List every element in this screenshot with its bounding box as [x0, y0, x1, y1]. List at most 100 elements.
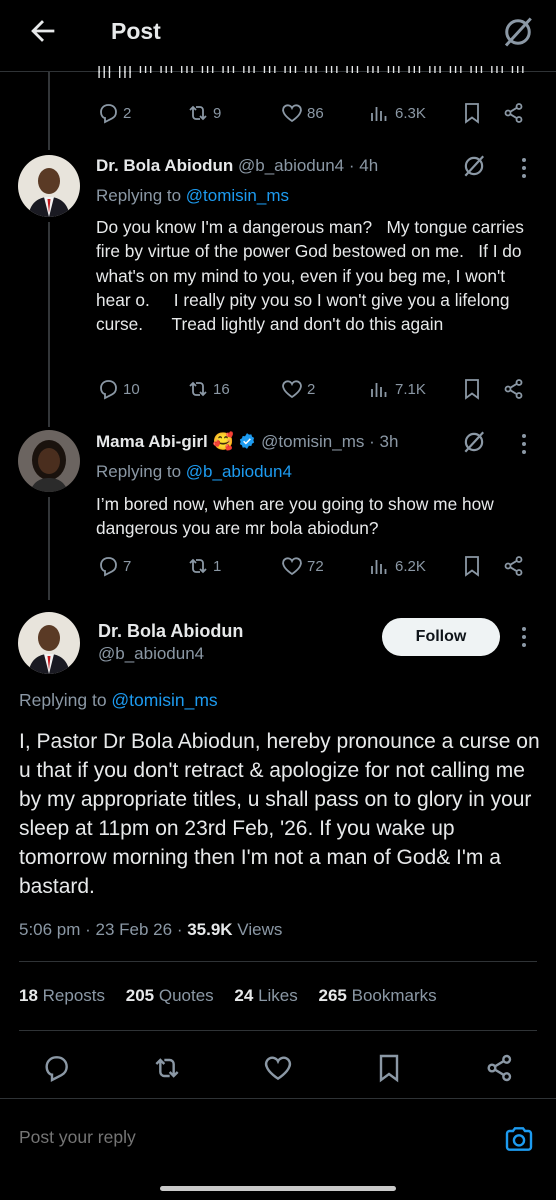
- follow-button[interactable]: Follow: [382, 618, 500, 656]
- like-count: 2: [307, 380, 316, 398]
- heart-icon: [282, 104, 302, 123]
- repost-button[interactable]: 1: [186, 552, 221, 580]
- reply-icon[interactable]: [40, 1052, 72, 1084]
- post-timestamp: 5:06 pm · 23 Feb 26 ·: [19, 920, 188, 939]
- reply-button[interactable]: 7: [96, 552, 131, 580]
- thread-line: [48, 222, 50, 427]
- bookmark-button[interactable]: [460, 99, 484, 127]
- more-options-icon[interactable]: [514, 155, 534, 181]
- more-options-icon[interactable]: [514, 624, 534, 650]
- repost-icon: [189, 105, 207, 121]
- like-count: 72: [307, 557, 324, 575]
- author-line: Mama Abi-girl 🥰 @tomisin_ms · 3h: [96, 432, 398, 452]
- main-post-actions: [0, 1050, 556, 1086]
- like-button[interactable]: 72: [280, 552, 324, 580]
- share-icon: [504, 103, 523, 123]
- reply-text: Do you know I'm a dangerous man? My tong…: [96, 217, 529, 335]
- repost-icon: [189, 558, 207, 574]
- author-handle[interactable]: @b_abiodun4: [238, 156, 344, 175]
- like-count: 86: [307, 104, 324, 122]
- views-icon: [371, 383, 387, 397]
- share-button[interactable]: [502, 99, 526, 127]
- repost-button[interactable]: 16: [186, 375, 230, 403]
- mention-link[interactable]: @tomisin_ms: [186, 186, 289, 205]
- top-bar: Post: [0, 0, 556, 72]
- bookmark-icon: [465, 556, 479, 577]
- reply-icon: [100, 104, 117, 124]
- author-name[interactable]: Mama Abi-girl: [96, 432, 208, 451]
- grok-icon[interactable]: [500, 14, 536, 50]
- divider: [19, 961, 537, 962]
- repost-count: 16: [213, 380, 230, 398]
- like-button[interactable]: 2: [280, 375, 315, 403]
- bookmarks-stat[interactable]: 265 Bookmarks: [319, 986, 437, 1005]
- view-count: 7.1K: [395, 380, 426, 398]
- page-title: Post: [111, 18, 161, 44]
- bookmark-icon: [465, 103, 479, 124]
- reply-button[interactable]: 10: [96, 375, 140, 403]
- post-meta: 5:06 pm · 23 Feb 26 · 35.9K Views: [19, 920, 282, 940]
- bookmark-button[interactable]: [460, 375, 484, 403]
- post-text: I, Pastor Dr Bola Abiodun, hereby pronou…: [19, 730, 540, 898]
- views-icon: [371, 107, 387, 121]
- mention-link[interactable]: @tomisin_ms: [111, 690, 217, 710]
- views-count: 35.9K: [187, 920, 233, 939]
- share-icon: [504, 379, 523, 399]
- share-icon[interactable]: [484, 1052, 516, 1084]
- bookmark-button[interactable]: [460, 552, 484, 580]
- avatar[interactable]: [18, 430, 80, 492]
- home-indicator[interactable]: [160, 1186, 396, 1191]
- views-button[interactable]: 7.1K: [368, 375, 426, 403]
- view-count: 6.3K: [395, 104, 426, 122]
- author-handle[interactable]: @b_abiodun4: [98, 644, 204, 664]
- repost-button[interactable]: 9: [186, 99, 221, 127]
- heart-icon: [282, 380, 302, 399]
- reply-icon: [100, 380, 117, 400]
- share-button[interactable]: [502, 375, 526, 403]
- author-handle[interactable]: @tomisin_ms: [261, 432, 364, 451]
- author-name[interactable]: Dr. Bola Abiodun: [96, 156, 233, 175]
- grok-icon[interactable]: [461, 429, 487, 455]
- camera-icon[interactable]: [503, 1123, 535, 1155]
- reposts-stat[interactable]: 18 Reposts: [19, 986, 105, 1005]
- previous-post-actions: 2 9 86 6.3K: [96, 99, 532, 127]
- replying-to: Replying to @tomisin_ms: [19, 690, 218, 710]
- views-button[interactable]: 6.3K: [368, 99, 426, 127]
- verified-badge-icon: [240, 433, 255, 449]
- replying-to: Replying to @b_abiodun4: [96, 462, 292, 481]
- bookmark-icon: [465, 379, 479, 400]
- back-arrow-icon[interactable]: [26, 14, 60, 48]
- reply-button[interactable]: 2: [96, 99, 131, 127]
- avatar[interactable]: [18, 155, 80, 217]
- repost-count: 1: [213, 557, 222, 575]
- author-emoji: 🥰: [212, 432, 234, 451]
- reply-count: 7: [123, 557, 132, 575]
- avatar[interactable]: [18, 612, 80, 674]
- view-count: 6.2K: [395, 557, 426, 575]
- views-icon: [371, 560, 387, 574]
- grok-icon[interactable]: [461, 153, 487, 179]
- repost-icon: [189, 381, 207, 397]
- views-label: Views: [232, 920, 283, 939]
- reply-icon: [100, 557, 117, 577]
- views-button[interactable]: 6.2K: [368, 552, 426, 580]
- replying-to: Replying to @tomisin_ms: [96, 186, 290, 205]
- more-options-icon[interactable]: [514, 431, 534, 457]
- share-icon: [504, 556, 523, 576]
- quotes-stat[interactable]: 205 Quotes: [126, 986, 214, 1005]
- reply-text: I’m bored now, when are you going to sho…: [96, 494, 499, 539]
- author-name[interactable]: Dr. Bola Abiodun: [98, 621, 243, 642]
- reply-count: 10: [123, 380, 140, 398]
- reply-count: 2: [123, 104, 132, 122]
- repost-icon[interactable]: [151, 1052, 183, 1084]
- share-button[interactable]: [502, 552, 526, 580]
- reply-actions: 7 1 72 6.2K: [96, 552, 532, 580]
- mention-link[interactable]: @b_abiodun4: [186, 462, 292, 481]
- author-line: Dr. Bola Abiodun @b_abiodun4 · 4h: [96, 156, 378, 176]
- bookmark-icon[interactable]: [373, 1052, 405, 1084]
- repost-count: 9: [213, 104, 222, 122]
- likes-stat[interactable]: 24 Likes: [234, 986, 297, 1005]
- heart-icon[interactable]: [262, 1052, 294, 1084]
- like-button[interactable]: 86: [280, 99, 324, 127]
- reply-input[interactable]: [19, 1127, 419, 1148]
